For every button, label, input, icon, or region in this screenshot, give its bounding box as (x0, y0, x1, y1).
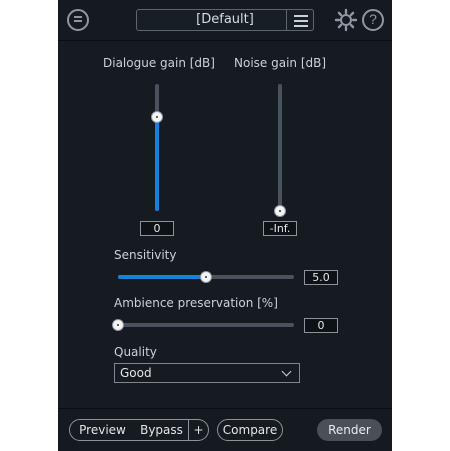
render-button[interactable]: Render (317, 419, 382, 441)
sensitivity-slider[interactable] (118, 271, 294, 283)
help-icon[interactable]: ? (362, 9, 384, 31)
ambience-label: Ambience preservation [%] (114, 296, 278, 310)
sensitivity-handle[interactable] (200, 271, 212, 283)
noise-gain-handle[interactable] (274, 205, 286, 217)
compare-button[interactable]: Compare (217, 419, 283, 441)
noise-gain-label: Noise gain [dB] (234, 56, 327, 70)
plus-button[interactable]: + (189, 419, 209, 441)
bypass-button[interactable]: Bypass (135, 419, 189, 441)
ambience-handle[interactable] (112, 319, 124, 331)
top-toolbar: [Default] ? (58, 0, 392, 41)
dialogue-gain-handle[interactable] (151, 111, 163, 124)
quality-label: Quality (114, 345, 157, 359)
ambience-value[interactable]: 0 (304, 318, 338, 333)
chevron-down-icon (281, 366, 292, 377)
help-glyph: ? (369, 11, 377, 27)
ambience-slider[interactable] (112, 319, 294, 331)
chat-bubble-icon[interactable] (67, 9, 89, 31)
sensitivity-fill (118, 275, 206, 279)
preset-value: [Default] (196, 12, 254, 27)
dialogue-gain-value[interactable]: 0 (140, 221, 174, 236)
bottom-toolbar: Preview Bypass + Compare Render (58, 408, 392, 451)
dialogue-gain-fill (155, 117, 159, 211)
hamburger-menu-icon[interactable] (286, 9, 314, 31)
noise-gain-slider[interactable] (274, 84, 286, 217)
noise-gain-value[interactable]: -Inf. (263, 221, 297, 236)
dialogue-gain-slider[interactable] (151, 84, 163, 211)
quality-dropdown[interactable]: Good (114, 363, 300, 383)
gear-icon[interactable] (334, 8, 358, 32)
sensitivity-label: Sensitivity (114, 248, 177, 262)
sensitivity-value[interactable]: 5.0 (304, 270, 338, 285)
dialogue-gain-label: Dialogue gain [dB] (103, 56, 215, 70)
preview-button[interactable]: Preview (69, 419, 136, 441)
plugin-panel: [Default] ? Dialogue gain [dB] 0 Noise g… (58, 0, 392, 451)
quality-selected: Good (120, 366, 152, 380)
